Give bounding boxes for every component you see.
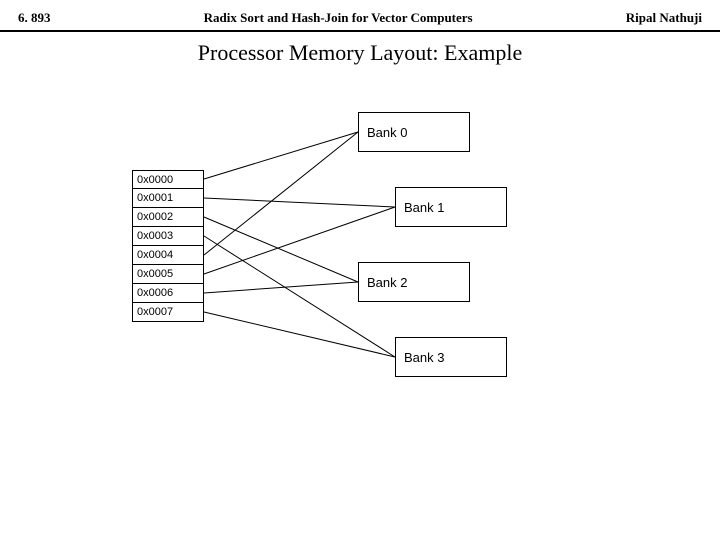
address-cell: 0x0006: [132, 284, 204, 303]
slide-header: 6. 893 Radix Sort and Hash-Join for Vect…: [0, 0, 720, 32]
course-number: 6. 893: [18, 10, 51, 26]
bank-box-2: Bank 2: [358, 262, 470, 302]
slide-topic: Radix Sort and Hash-Join for Vector Comp…: [204, 10, 473, 26]
slide-title: Processor Memory Layout: Example: [0, 40, 720, 66]
address-cell: 0x0000: [132, 170, 204, 189]
author-name: Ripal Nathuji: [626, 10, 702, 26]
address-cell: 0x0001: [132, 189, 204, 208]
address-cell: 0x0007: [132, 303, 204, 322]
bank-box-1: Bank 1: [395, 187, 507, 227]
bank-box-3: Bank 3: [395, 337, 507, 377]
address-cell: 0x0004: [132, 246, 204, 265]
address-cell: 0x0005: [132, 265, 204, 284]
bank-box-0: Bank 0: [358, 112, 470, 152]
address-cell: 0x0002: [132, 208, 204, 227]
memory-layout-diagram: 0x0000 0x0001 0x0002 0x0003 0x0004 0x000…: [0, 90, 720, 470]
address-table: 0x0000 0x0001 0x0002 0x0003 0x0004 0x000…: [132, 170, 204, 322]
address-cell: 0x0003: [132, 227, 204, 246]
